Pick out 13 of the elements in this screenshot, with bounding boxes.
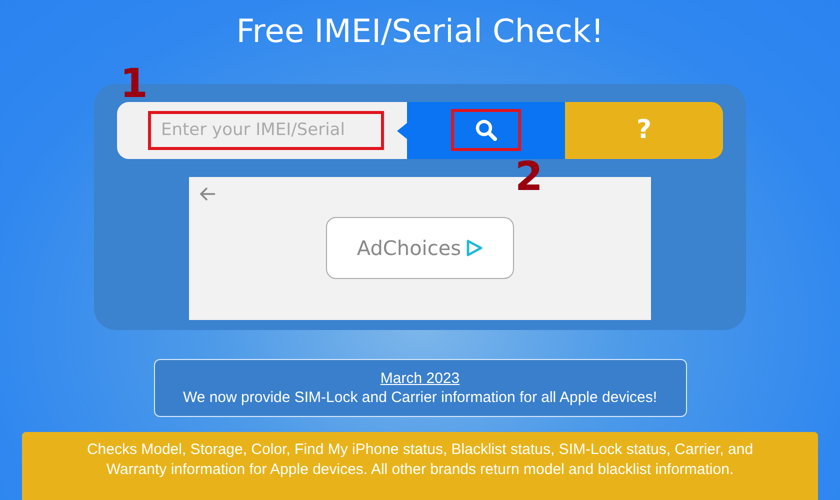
notice-text: We now provide SIM-Lock and Carrier information for all Apple devices! xyxy=(182,388,658,406)
search-icon xyxy=(475,119,497,141)
back-arrow-icon[interactable] xyxy=(199,186,217,202)
play-icon xyxy=(465,239,484,257)
imei-input-field[interactable]: Enter your IMEI/Serial xyxy=(148,110,384,150)
adchoices-label: AdChoices xyxy=(356,236,462,260)
page-title: Free IMEI/Serial Check! xyxy=(236,12,604,50)
adchoices-button[interactable]: AdChoices xyxy=(326,217,514,279)
help-button[interactable]: ? xyxy=(565,102,723,158)
info-text: Checks Model, Storage, Color, Find My iPhone status, Blacklist status, SIM-Lock status, Carrier, and Warranty information for Apple devices. All other brands return model and blacklist information. xyxy=(86,441,754,478)
search-button[interactable] xyxy=(451,109,521,151)
date-link[interactable]: March 2023 xyxy=(380,370,460,387)
step-marker: 1 xyxy=(120,64,148,104)
